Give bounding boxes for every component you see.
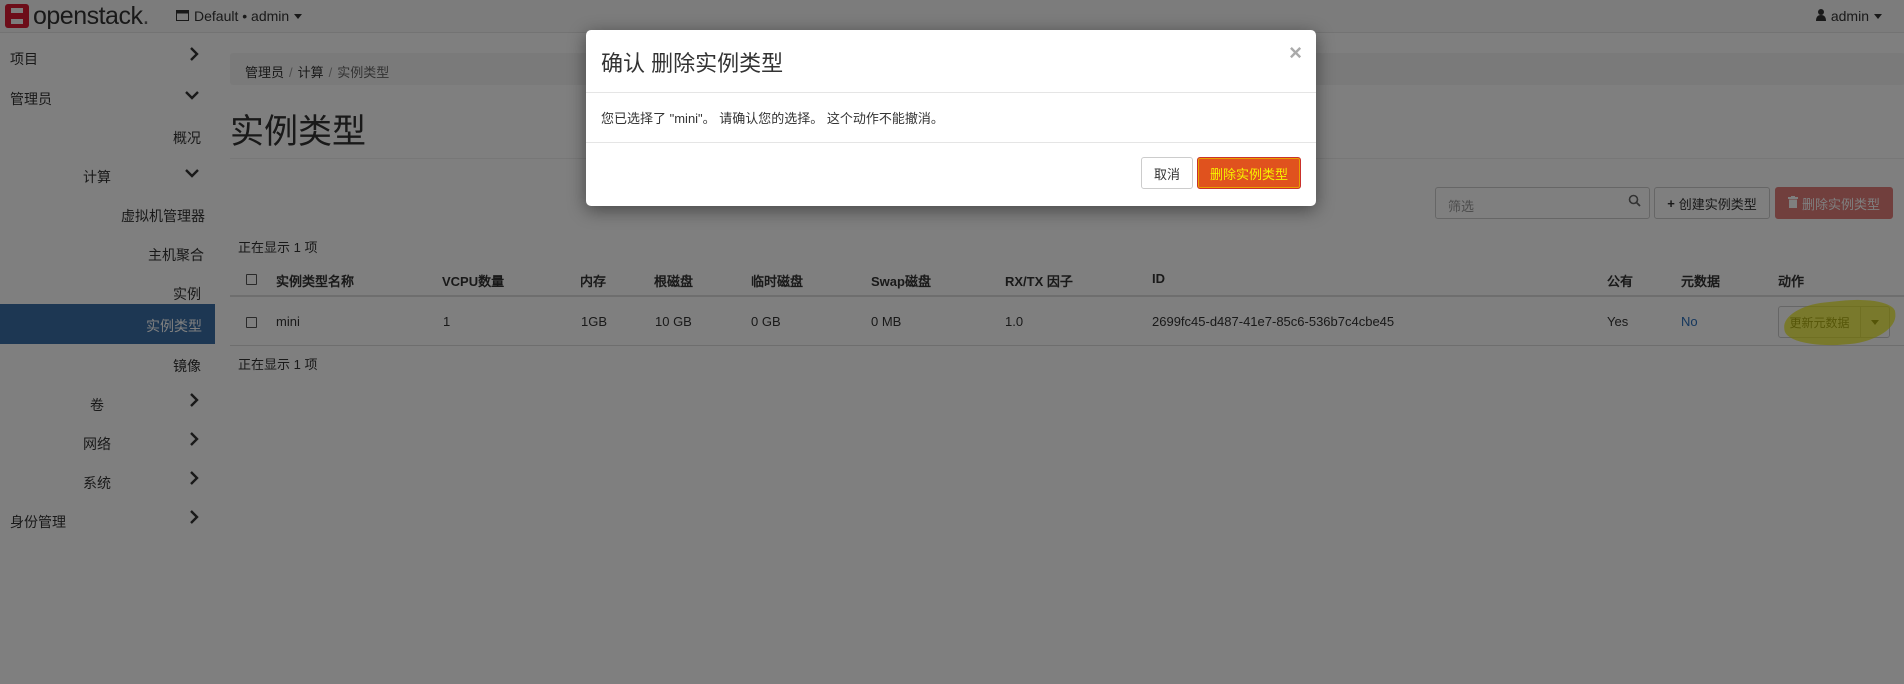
modal-footer: 取消 删除实例类型 xyxy=(586,142,1316,206)
confirm-delete-dialog: 确认 删除实例类型 × 您已选择了 "mini"。 请确认您的选择。 这个动作不… xyxy=(586,30,1316,206)
modal-message: 您已选择了 "mini"。 请确认您的选择。 这个动作不能撤消。 xyxy=(601,111,944,126)
cancel-button[interactable]: 取消 xyxy=(1141,157,1193,189)
close-icon[interactable]: × xyxy=(1289,40,1302,66)
modal-title: 确认 删除实例类型 xyxy=(601,51,784,76)
modal-header: 确认 删除实例类型 × xyxy=(586,30,1316,93)
confirm-delete-button[interactable]: 删除实例类型 xyxy=(1197,157,1301,189)
